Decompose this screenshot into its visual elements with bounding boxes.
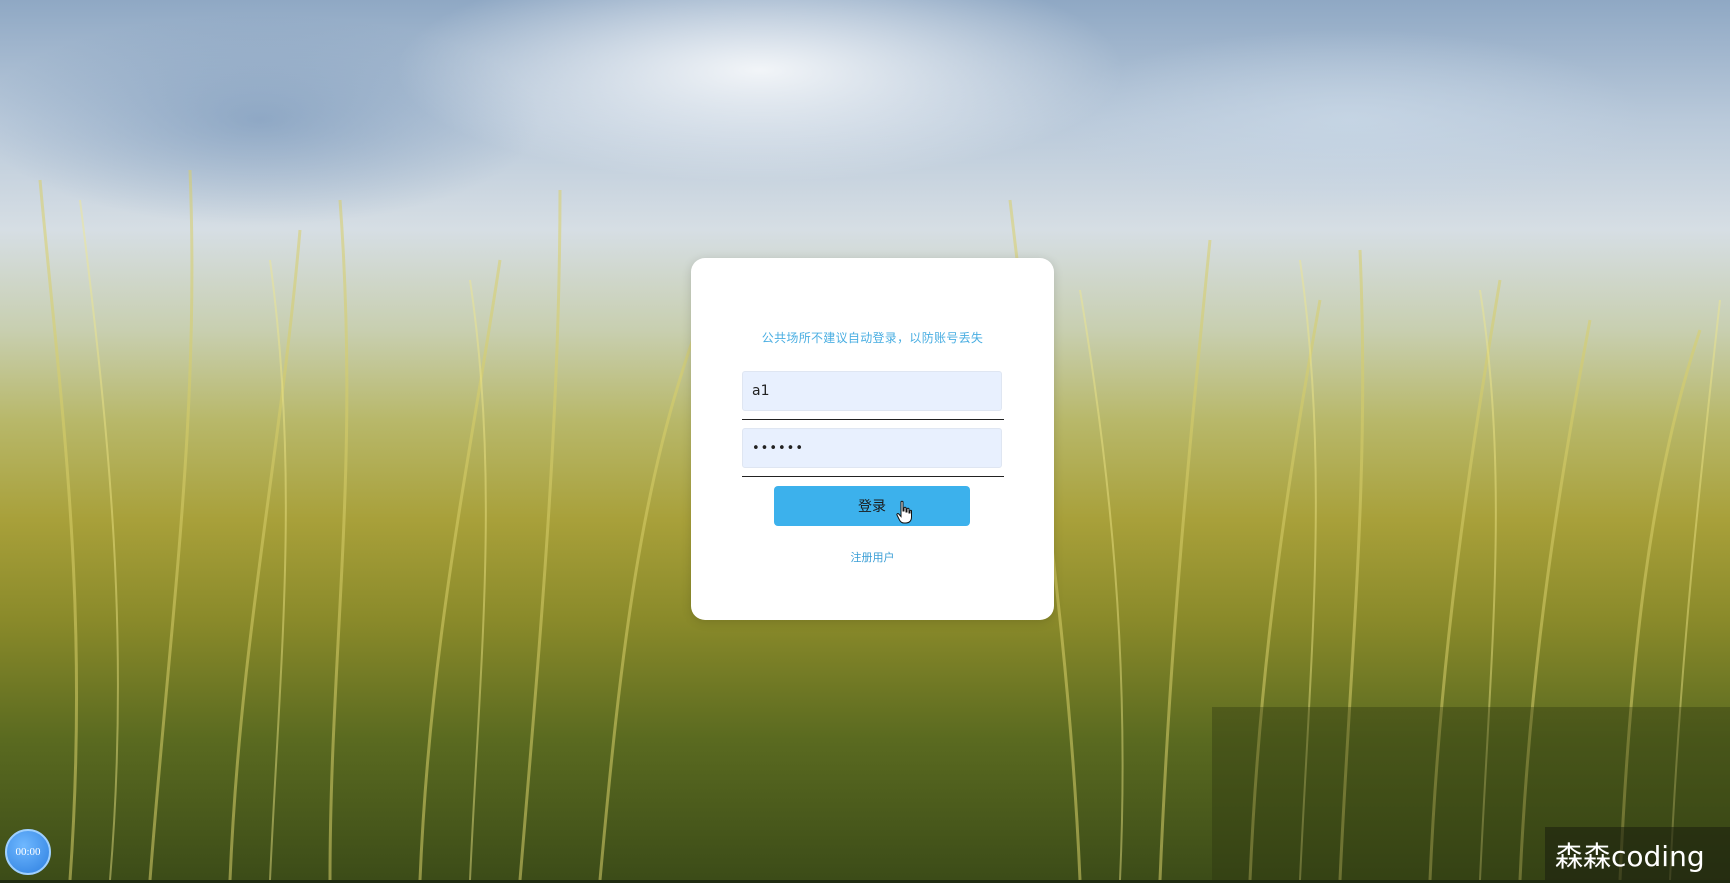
login-notice: 公共场所不建议自动登录，以防账号丢失 [761,331,984,345]
watermark-text: 森森coding [1555,840,1705,873]
register-link[interactable]: 注册用户 [691,549,1054,565]
watermark: 森森coding [1545,827,1730,880]
hand-cursor-icon [896,500,912,524]
login-card: 公共场所不建议自动登录，以防账号丢失 登录 注册用户 [691,258,1054,620]
username-input[interactable] [742,371,1002,411]
timer-badge: 00:00 [5,829,51,875]
login-page: 公共场所不建议自动登录，以防账号丢失 登录 注册用户 00:00 森森codin… [0,0,1730,883]
username-underline [742,419,1004,420]
password-input[interactable] [742,428,1002,468]
login-button[interactable]: 登录 [774,486,970,526]
password-underline [742,476,1004,477]
